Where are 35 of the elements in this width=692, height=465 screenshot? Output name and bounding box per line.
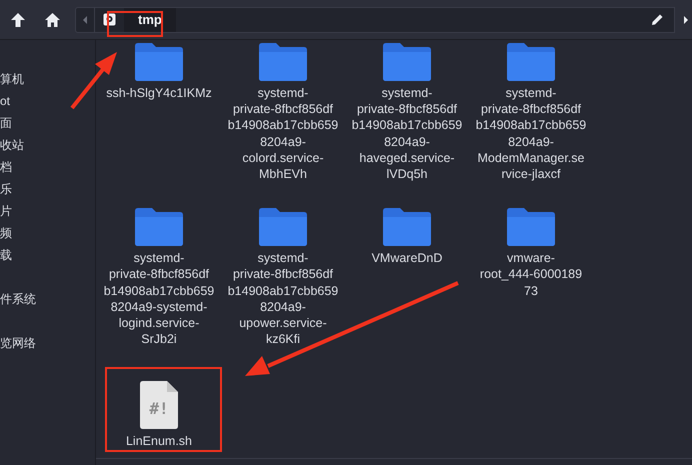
file-name[interactable]: ssh-hSlgY4c1IKMz (98, 85, 220, 102)
chevron-right-icon[interactable] (683, 14, 689, 24)
file-name[interactable]: systemd- private-8fbcf856df b14908ab17cbb659 8204a9- haveged.service- lVDq5h (346, 85, 468, 182)
sidebar-item[interactable]: 片 (0, 200, 95, 222)
path-segment[interactable]: tmp (124, 8, 176, 32)
sidebar-item[interactable]: 件系统 (0, 288, 95, 310)
highlight-box (107, 11, 163, 37)
sidebar-item[interactable]: 频 (0, 222, 95, 244)
sidebar-item[interactable]: 面 (0, 112, 95, 134)
folder-icon (507, 208, 555, 246)
file-name[interactable]: systemd- private-8fbcf856df b14908ab17cbb659 8204a9- colord.service- MbhEVh (222, 85, 344, 182)
folder-icon (507, 43, 555, 81)
chevron-left-icon[interactable] (82, 14, 88, 24)
sidebar-item[interactable]: 览网络 (0, 332, 95, 354)
sidebar-item[interactable]: 算机 (0, 68, 95, 90)
home-icon[interactable] (44, 12, 61, 28)
folder-icon (259, 208, 307, 246)
file-name[interactable]: systemd- private-8fbcf856df b14908ab17cbb659 8204a9-systemd- logind.service- SrJb2i (98, 250, 220, 348)
edit-icon[interactable] (651, 13, 664, 26)
folder-icon (383, 208, 431, 246)
sidebar-item[interactable]: 档 (0, 156, 95, 178)
file-name[interactable]: LinEnum.sh (98, 433, 220, 450)
file-name[interactable]: systemd- private-8fbcf856df b14908ab17cbb659 8204a9- upower.service- kz6Kfi (222, 250, 344, 348)
sidebar-item[interactable]: 收站 (0, 134, 95, 156)
folder-icon (383, 43, 431, 81)
sidebar-item[interactable]: 乐 (0, 178, 95, 200)
sidebar-item[interactable]: ot (0, 90, 95, 112)
file-name[interactable]: VMwareDnD (346, 250, 468, 266)
folder-icon (135, 208, 183, 246)
file-name[interactable]: systemd- private-8fbcf856df b14908ab17cbb659 8204a9- ModemManager.se rvice-jlaxcf (470, 85, 592, 182)
up-arrow-icon[interactable] (10, 12, 26, 28)
sidebar-item[interactable]: 载 (0, 244, 95, 266)
folder-icon (135, 43, 183, 81)
folder-icon (259, 43, 307, 81)
file-name[interactable]: vmware- root_444-6000189 73 (470, 250, 592, 299)
